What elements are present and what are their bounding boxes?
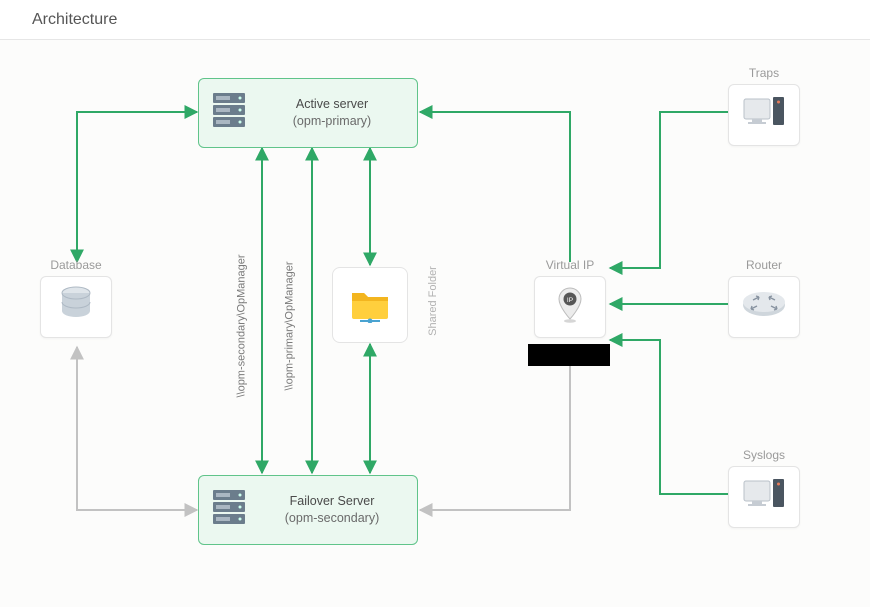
workstation-icon <box>741 95 787 136</box>
page-header: Architecture <box>0 0 870 40</box>
virtual-ip-label: Virtual IP <box>546 258 594 272</box>
architecture-diagram-page: Architecture <box>0 0 870 607</box>
virtual-ip-redacted-value <box>528 344 610 366</box>
edge-vip-to-failover <box>420 347 570 510</box>
syslogs-label: Syslogs <box>743 448 785 462</box>
ip-pin-icon: IP <box>555 286 585 329</box>
edge-label-primary-share: \\opm-primary\OpManager <box>284 262 296 391</box>
failover-server-subtitle: (opm-secondary) <box>259 510 405 528</box>
virtual-ip-icon-box: IP <box>534 276 606 338</box>
database-icon <box>58 286 94 329</box>
failover-server-label: Failover Server (opm-secondary) <box>259 493 405 528</box>
database-label: Database <box>50 258 101 272</box>
failover-server-title: Failover Server <box>259 493 405 511</box>
router-node: Router <box>728 258 800 338</box>
shared-folder-node <box>332 267 408 343</box>
shared-folder-icon <box>348 283 392 328</box>
edge-syslogs-to-vip <box>610 340 728 494</box>
active-server-node: Active server (opm-primary) <box>198 78 418 148</box>
server-rack-icon <box>211 488 247 533</box>
failover-server-node: Failover Server (opm-secondary) <box>198 475 418 545</box>
syslogs-node: Syslogs <box>728 448 800 528</box>
syslogs-icon-box <box>728 466 800 528</box>
edge-vip-to-active <box>420 112 570 262</box>
workstation-icon <box>741 477 787 518</box>
svg-text:IP: IP <box>567 297 573 304</box>
edge-label-secondary-share: \\opm-secondary\OpManager <box>236 254 248 397</box>
edge-database-to-active <box>77 112 197 262</box>
active-server-subtitle: (opm-primary) <box>259 113 405 131</box>
active-server-label: Active server (opm-primary) <box>259 96 405 131</box>
traps-icon-box <box>728 84 800 146</box>
active-server-title: Active server <box>259 96 405 114</box>
page-title: Architecture <box>32 11 117 29</box>
virtual-ip-node: Virtual IP IP <box>534 258 606 338</box>
traps-label: Traps <box>749 66 779 80</box>
traps-node: Traps <box>728 66 800 146</box>
edge-traps-to-vip <box>610 112 728 268</box>
router-icon-box <box>728 276 800 338</box>
shared-folder-label: Shared Folder <box>427 266 439 336</box>
database-icon-box <box>40 276 112 338</box>
edge-database-to-failover <box>77 347 197 510</box>
server-rack-icon <box>211 91 247 136</box>
router-icon <box>739 288 789 327</box>
database-node: Database <box>40 258 112 338</box>
router-label: Router <box>746 258 782 272</box>
